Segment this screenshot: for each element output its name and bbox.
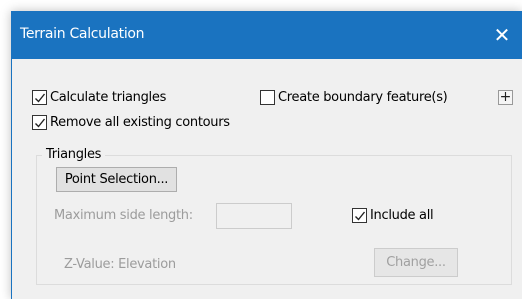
checkmark-icon <box>35 93 46 103</box>
checkbox-box[interactable] <box>32 115 47 130</box>
expand-plus-icon[interactable]: + <box>498 90 513 105</box>
max-side-length-label: Maximum side length: <box>54 208 193 223</box>
terrain-calculation-dialog: Terrain Calculation ✕ Calculate triangle… <box>11 11 522 299</box>
checkbox-box[interactable] <box>260 90 275 105</box>
max-side-length-input[interactable] <box>216 203 292 229</box>
include-all-label: Include all <box>370 208 434 223</box>
checkbox-box[interactable] <box>352 208 367 223</box>
title-bar[interactable]: Terrain Calculation ✕ <box>12 12 522 59</box>
calculate-triangles-label: Calculate triangles <box>50 90 167 105</box>
remove-contours-label: Remove all existing contours <box>50 115 230 130</box>
close-icon[interactable]: ✕ <box>482 12 522 59</box>
create-boundary-checkbox[interactable]: Create boundary feature(s) <box>260 90 448 105</box>
create-boundary-label: Create boundary feature(s) <box>278 90 448 105</box>
change-button[interactable]: Change... <box>374 248 458 277</box>
checkbox-box[interactable] <box>32 90 47 105</box>
checkmark-icon <box>35 118 46 128</box>
triangles-group-label: Triangles <box>42 147 106 162</box>
checkmark-icon <box>355 211 366 221</box>
calculate-triangles-checkbox[interactable]: Calculate triangles <box>32 90 166 105</box>
remove-contours-checkbox[interactable]: Remove all existing contours <box>32 115 230 130</box>
include-all-checkbox[interactable]: Include all <box>352 208 434 223</box>
point-selection-button[interactable]: Point Selection... <box>56 167 177 192</box>
z-value-label: Z-Value: Elevation <box>64 257 176 272</box>
dialog-title: Terrain Calculation <box>20 26 145 42</box>
